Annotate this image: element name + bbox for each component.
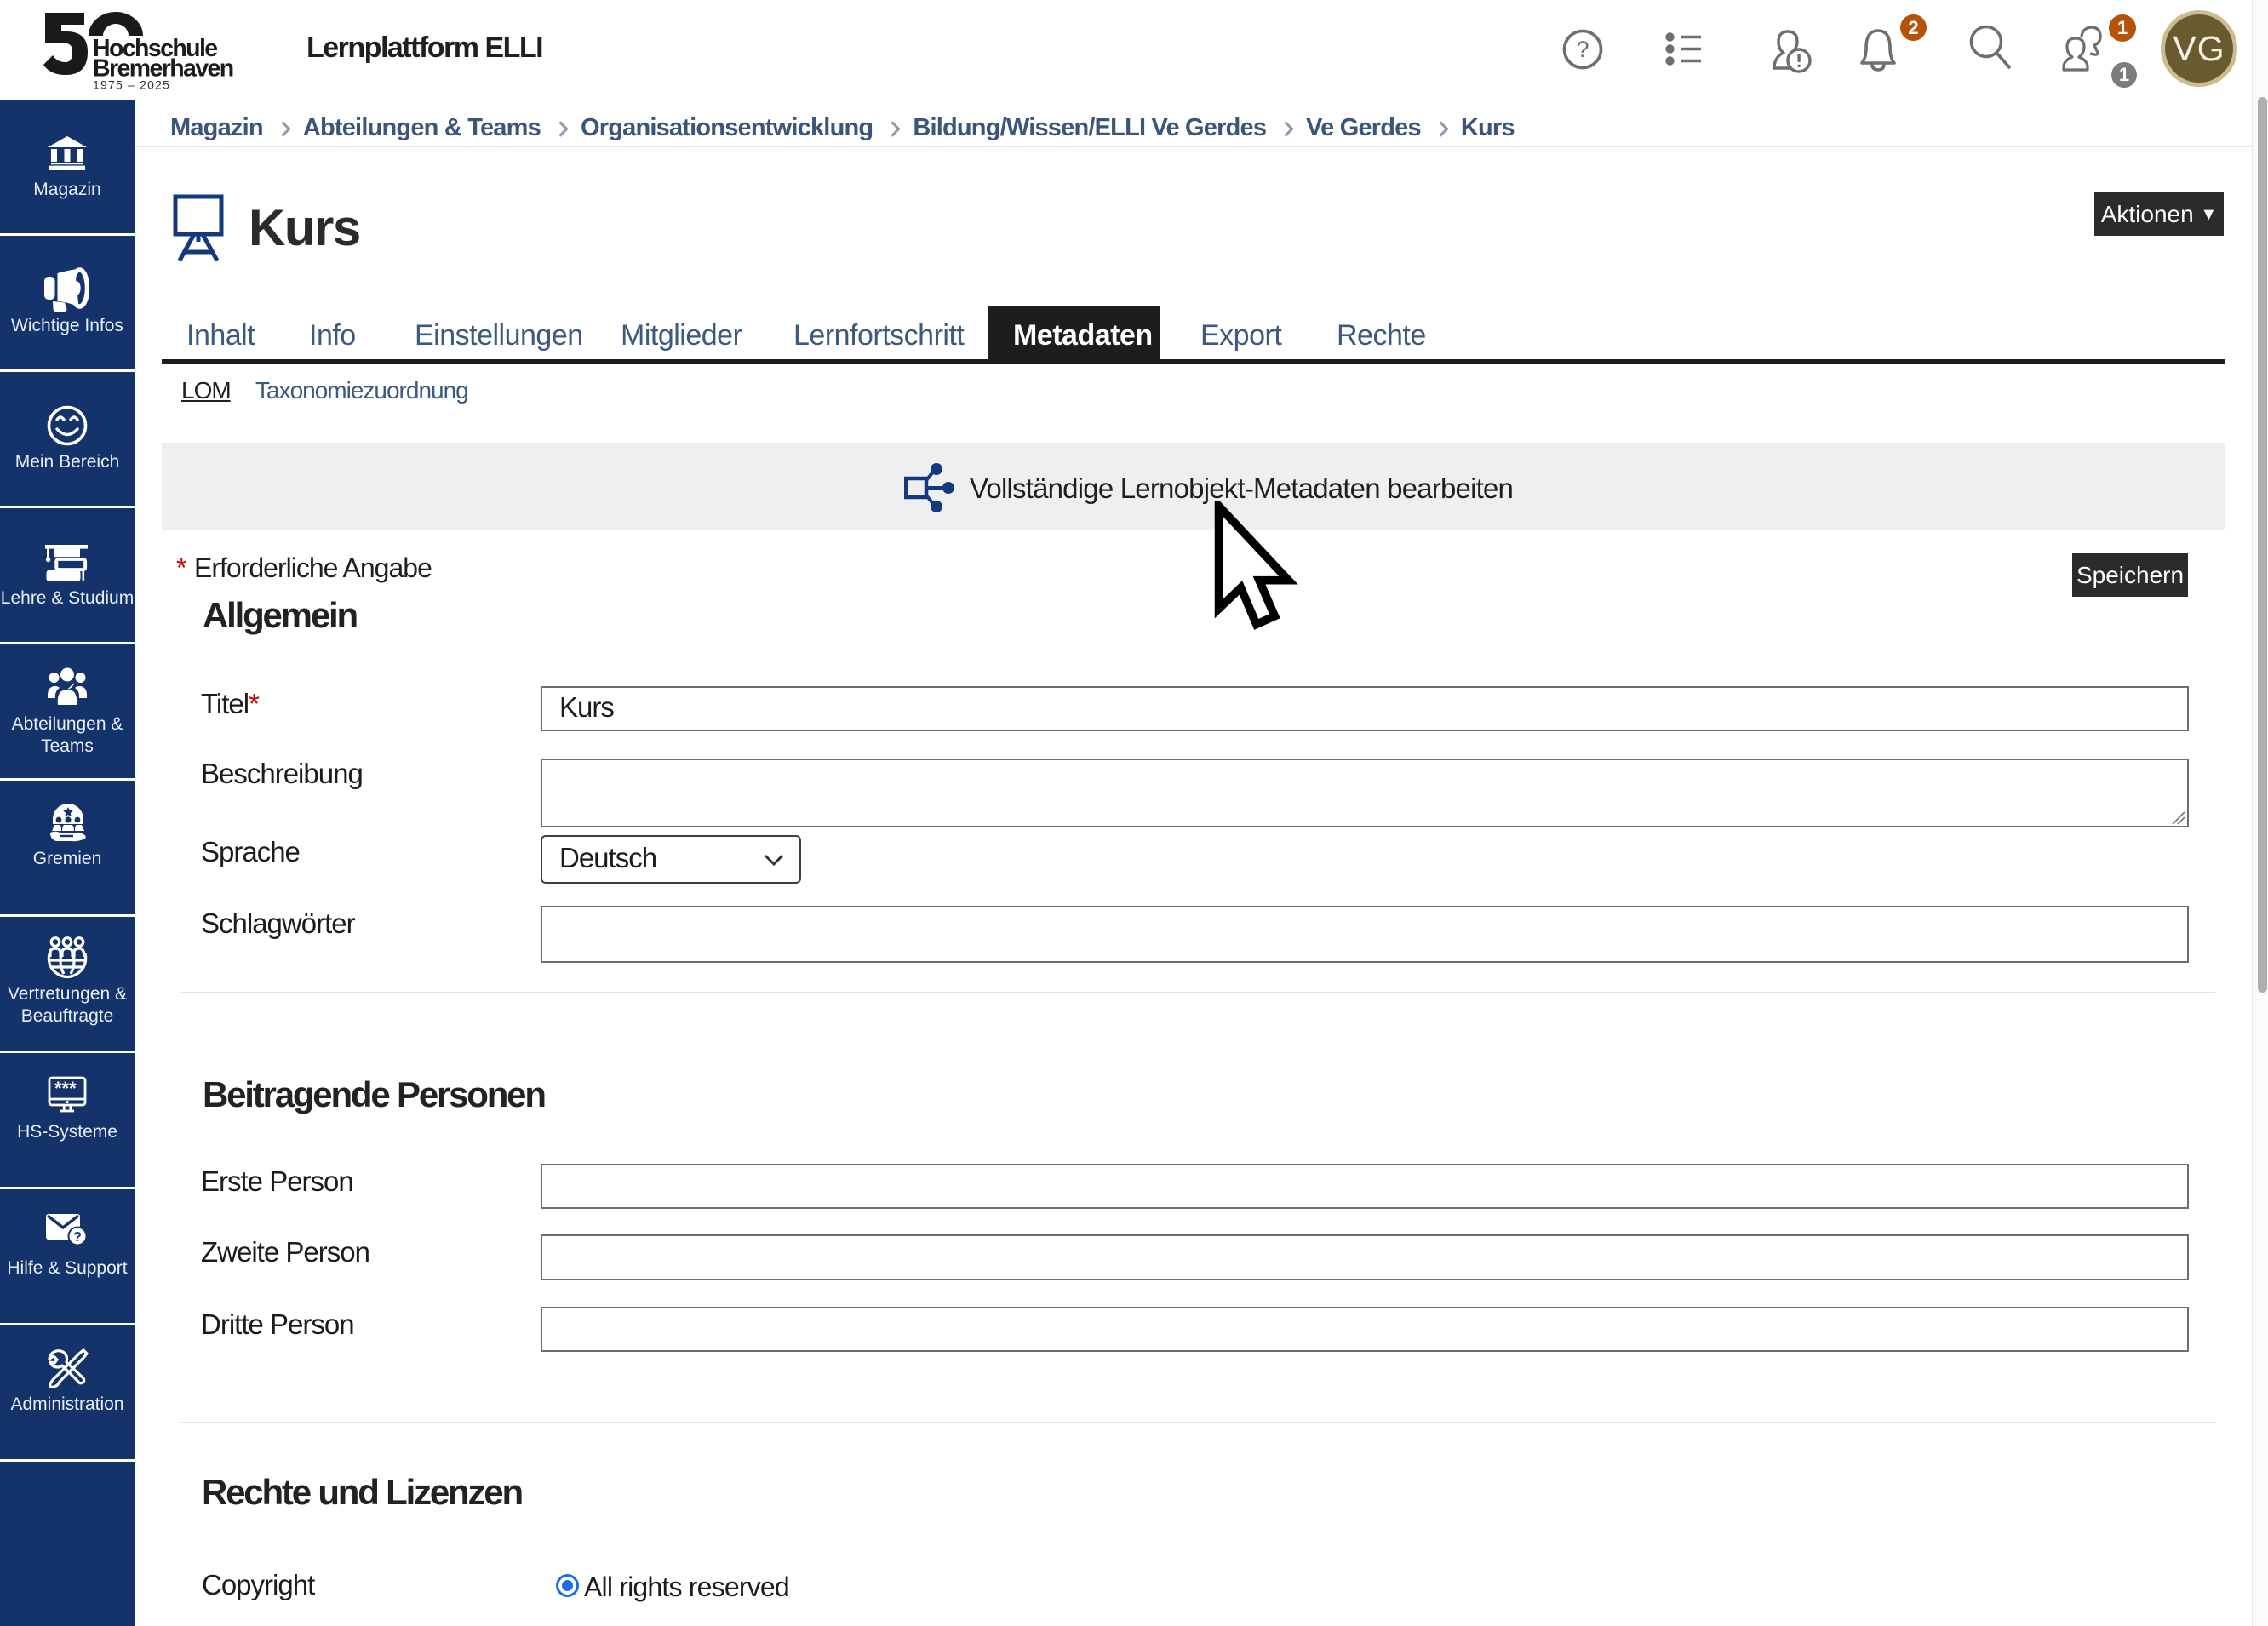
svg-text:1975 – 2025: 1975 – 2025 bbox=[93, 78, 170, 92]
svg-text:***: *** bbox=[54, 1078, 77, 1099]
svg-text:?: ? bbox=[1576, 37, 1589, 62]
svg-text:?: ? bbox=[73, 1230, 82, 1245]
